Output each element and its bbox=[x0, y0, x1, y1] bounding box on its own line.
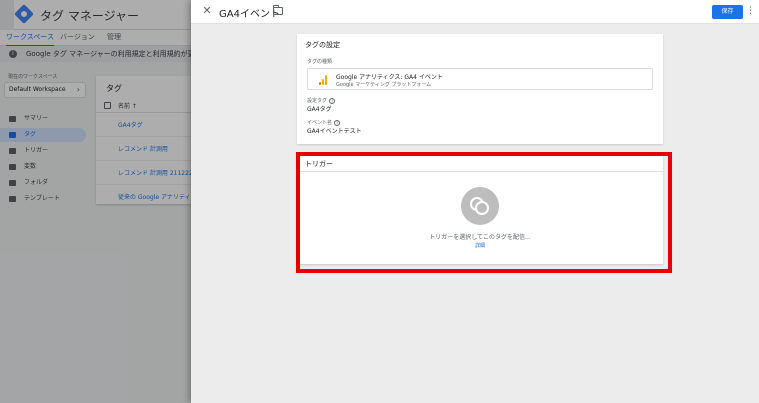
tag-type-name: Google アナリティクス: GA4 イベント bbox=[336, 74, 443, 81]
tag-type-box[interactable]: Google アナリティクス: GA4 イベント Google マーケティング … bbox=[307, 68, 653, 90]
tag-type-subtitle: Google マーケティング プラットフォーム bbox=[336, 82, 432, 88]
help-icon[interactable]: ? bbox=[334, 119, 341, 126]
event-name-value: GA4イベントテスト bbox=[307, 128, 362, 135]
google-analytics-icon bbox=[318, 75, 328, 85]
folder-icon[interactable] bbox=[273, 5, 283, 15]
help-icon[interactable]: ? bbox=[329, 97, 336, 104]
drawer-header: ✕ GA4イベント 保存 ⋮ bbox=[191, 0, 759, 24]
more-vert-icon[interactable]: ⋮ bbox=[746, 4, 755, 20]
card-title: タグの設定 bbox=[305, 41, 340, 49]
tag-type-label: タグの種類 bbox=[307, 59, 333, 65]
tag-title[interactable]: GA4イベント bbox=[219, 5, 280, 20]
config-tag-value: GA4タグ bbox=[307, 106, 332, 113]
save-button[interactable]: 保存 bbox=[712, 5, 743, 19]
highlight-box bbox=[296, 152, 672, 273]
event-name-label: イベント名? bbox=[307, 119, 341, 126]
tag-configuration-card[interactable]: タグの設定 タグの種類 Google アナリティクス: GA4 イベント Goo… bbox=[297, 34, 663, 144]
config-tag-label: 設定タグ? bbox=[307, 97, 336, 104]
close-icon[interactable]: ✕ bbox=[200, 4, 214, 18]
